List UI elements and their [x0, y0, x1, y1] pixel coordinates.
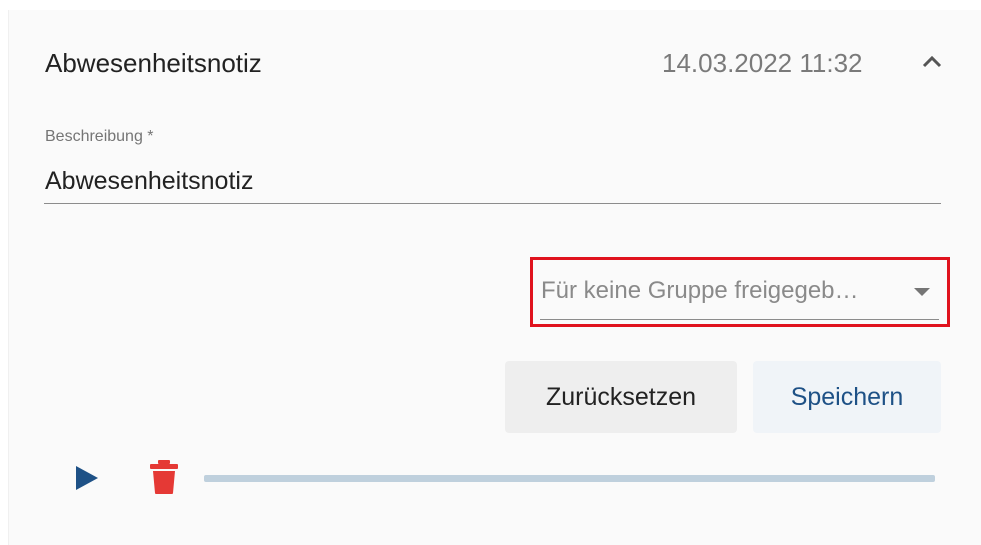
group-share-select-underline: [540, 319, 939, 320]
group-share-select[interactable]: Für keine Gruppe freigegeb…: [540, 267, 940, 320]
play-icon[interactable]: [74, 463, 102, 493]
note-title: Abwesenheitsnotiz: [45, 48, 262, 78]
note-timestamp: 14.03.2022 11:32: [662, 48, 863, 78]
reset-button[interactable]: Zurücksetzen: [505, 361, 737, 433]
dropdown-arrow-icon: [914, 288, 930, 296]
description-label: Beschreibung *: [45, 128, 154, 145]
group-share-select-value: Für keine Gruppe freigegeb…: [541, 277, 859, 304]
trash-icon[interactable]: [148, 459, 180, 495]
description-underline: [44, 203, 941, 204]
chevron-up-icon[interactable]: [918, 50, 946, 74]
save-button[interactable]: Speichern: [753, 361, 941, 433]
description-input[interactable]: Abwesenheitsnotiz: [45, 167, 253, 196]
audio-progress-bar[interactable]: [204, 475, 935, 482]
